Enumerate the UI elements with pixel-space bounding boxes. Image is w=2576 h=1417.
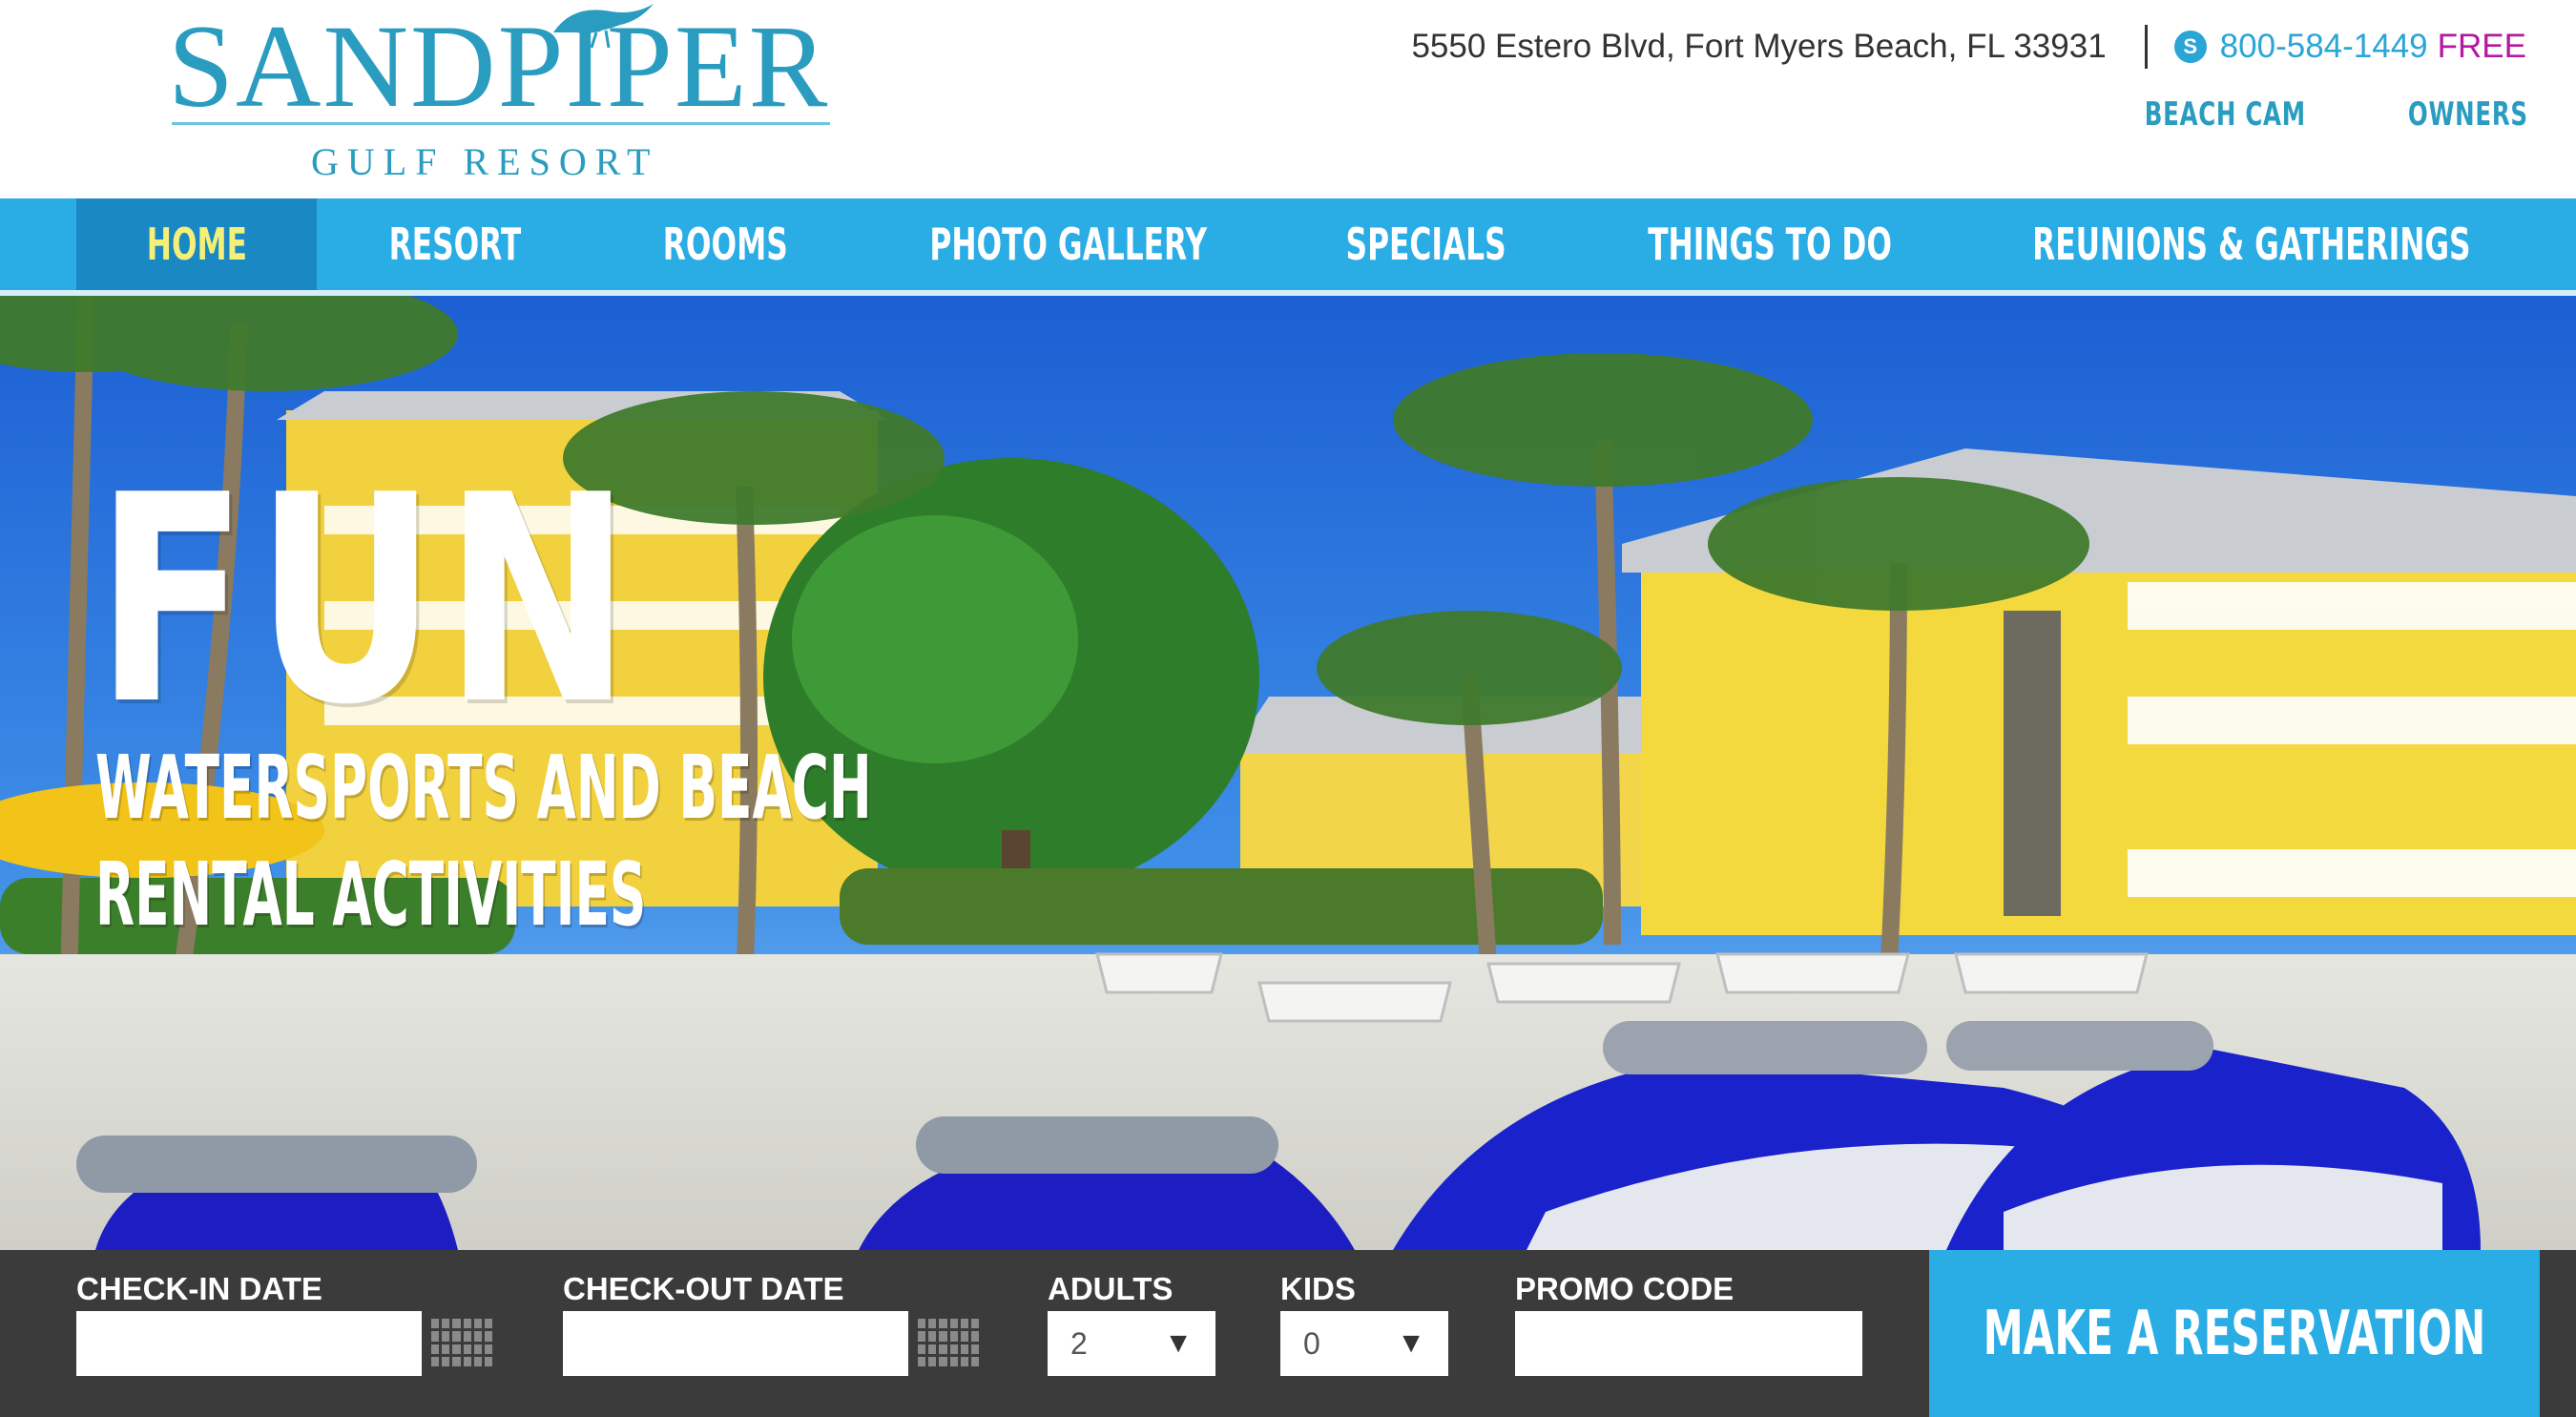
- kids-label: KIDS: [1280, 1271, 1356, 1306]
- sandpiper-bird-icon: [553, 4, 654, 48]
- kids-select[interactable]: 0 ▼: [1280, 1311, 1448, 1376]
- logo-divider-line: [172, 122, 830, 125]
- nav-item-photo-gallery[interactable]: PHOTO GALLERY: [878, 198, 1259, 290]
- kids-value: 0: [1303, 1325, 1320, 1361]
- checkout-calendar-icon[interactable]: [918, 1319, 979, 1366]
- hero-banner: FUN WATERSPORTS AND BEACH RENTAL ACTIVIT…: [0, 296, 2576, 1250]
- checkout-label: CHECK-OUT DATE: [563, 1271, 844, 1306]
- resort-address: 5550 Estero Blvd, Fort Myers Beach, FL 3…: [1411, 28, 2107, 65]
- adults-label: ADULTS: [1048, 1271, 1174, 1306]
- dropdown-arrow-icon: ▼: [1397, 1327, 1425, 1359]
- adults-select[interactable]: 2 ▼: [1048, 1311, 1215, 1376]
- nav-item-resort[interactable]: RESORT: [336, 198, 574, 290]
- checkout-date-input[interactable]: [563, 1311, 908, 1376]
- header-utility-links: BEACH CAM OWNERS: [2082, 95, 2528, 134]
- adults-value: 2: [1070, 1325, 1088, 1361]
- contact-divider: [2144, 25, 2148, 69]
- hero-subheadline: WATERSPORTS AND BEACH RENTAL ACTIVITIES: [95, 737, 872, 946]
- skype-phone-icon[interactable]: S: [2173, 31, 2207, 63]
- nav-item-home[interactable]: HOME: [76, 198, 317, 290]
- owners-link[interactable]: OWNERS: [2408, 95, 2528, 134]
- phone-number-link[interactable]: 800-584-1449: [2220, 28, 2428, 66]
- nav-item-reunions-gatherings[interactable]: REUNIONS & GATHERINGS: [1984, 198, 2519, 290]
- dropdown-arrow-icon: ▼: [1164, 1327, 1193, 1359]
- main-nav: HOME RESORT ROOMS PHOTO GALLERY SPECIALS…: [0, 198, 2576, 296]
- make-reservation-button[interactable]: MAKE A RESERVATION: [1929, 1250, 2540, 1417]
- booking-bar: CHECK-IN DATE CHECK-OUT DATE ADULTS 2 ▼ …: [0, 1250, 2576, 1417]
- resort-logo[interactable]: SANDPIPER GULF RESORT: [162, 0, 830, 191]
- toll-free-label: FREE: [2437, 28, 2526, 65]
- nav-item-things-to-do[interactable]: THINGS TO DO: [1603, 198, 1937, 290]
- make-reservation-label: MAKE A RESERVATION: [1983, 1298, 2486, 1369]
- site-header: SANDPIPER GULF RESORT 5550 Estero Blvd, …: [0, 0, 2576, 198]
- logo-tagline: GULF RESORT: [311, 140, 659, 183]
- hero-headline-block: FUN WATERSPORTS AND BEACH RENTAL ACTIVIT…: [95, 458, 1813, 948]
- checkin-label: CHECK-IN DATE: [76, 1271, 322, 1306]
- checkin-date-input[interactable]: [76, 1311, 422, 1376]
- promo-label: PROMO CODE: [1515, 1271, 1735, 1306]
- logo-wordmark: SANDPIPER: [168, 1, 830, 132]
- beach-cam-link[interactable]: BEACH CAM: [2145, 95, 2306, 134]
- checkin-calendar-icon[interactable]: [431, 1319, 492, 1366]
- nav-item-specials[interactable]: SPECIALS: [1298, 198, 1555, 290]
- contact-bar: 5550 Estero Blvd, Fort Myers Beach, FL 3…: [1411, 25, 2526, 69]
- promo-code-input[interactable]: [1515, 1311, 1862, 1376]
- hero-headline: FUN: [95, 434, 639, 767]
- nav-item-rooms[interactable]: ROOMS: [611, 198, 840, 290]
